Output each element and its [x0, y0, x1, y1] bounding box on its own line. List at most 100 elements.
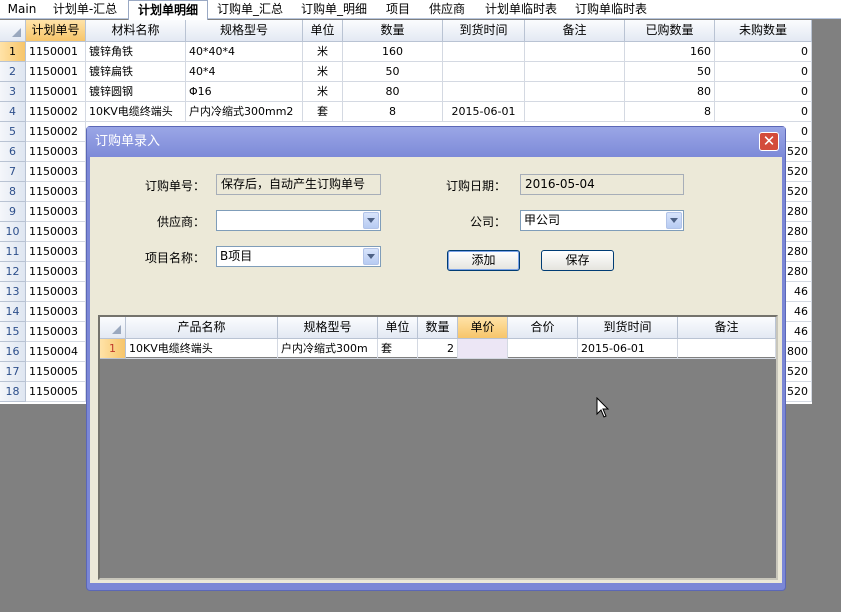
tab-plan-temp[interactable]: 计划单临时表 [476, 0, 566, 19]
sub-col-product[interactable]: 产品名称 [126, 317, 278, 339]
tab-order-detail[interactable]: 订购单_明细 [293, 0, 375, 19]
col-header-plan-no[interactable]: 计划单号 [26, 20, 86, 42]
row-number[interactable]: 18 [0, 382, 26, 402]
sub-cell-total[interactable] [508, 339, 578, 359]
col-header-note[interactable]: 备注 [525, 20, 625, 42]
sub-col-unit[interactable]: 单位 [378, 317, 418, 339]
col-header-qty[interactable]: 数量 [343, 20, 443, 42]
sub-cell-arrival[interactable]: 2015-06-01 [578, 339, 678, 359]
sub-cell-spec[interactable]: 户内冷缩式300m [278, 339, 378, 359]
tab-plan-summary[interactable]: 计划单-汇总 [44, 0, 126, 19]
cell-plan-no[interactable]: 1150003 [26, 182, 86, 202]
cell-note[interactable] [525, 42, 625, 62]
tab-project[interactable]: 项目 [378, 0, 418, 19]
cell-spec[interactable]: 40*4 [186, 62, 303, 82]
cell-spec[interactable]: 户内冷缩式300mm2 [186, 102, 303, 122]
tab-plan-detail[interactable]: 计划单明细 [128, 0, 208, 20]
cell-plan-no[interactable]: 1150002 [26, 102, 86, 122]
sub-grid-corner[interactable] [100, 317, 126, 339]
cell-bought[interactable]: 50 [625, 62, 715, 82]
cell-unbought[interactable]: 0 [715, 102, 812, 122]
cell-plan-no[interactable]: 1150002 [26, 122, 86, 142]
cell-plan-no[interactable]: 1150003 [26, 282, 86, 302]
cell-unbought[interactable]: 0 [715, 42, 812, 62]
chevron-down-icon[interactable] [666, 212, 682, 229]
cell-arrival[interactable] [443, 82, 525, 102]
tab-order-summary[interactable]: 订购单_汇总 [210, 0, 290, 19]
cell-unit[interactable]: 米 [303, 82, 343, 102]
cell-unit[interactable]: 米 [303, 42, 343, 62]
cell-bought[interactable]: 80 [625, 82, 715, 102]
chevron-down-icon[interactable] [363, 212, 379, 229]
cell-material[interactable]: 镀锌圆钢 [86, 82, 186, 102]
cell-plan-no[interactable]: 1150003 [26, 302, 86, 322]
cell-unit[interactable]: 套 [303, 102, 343, 122]
cell-material[interactable]: 镀锌扁铁 [86, 62, 186, 82]
col-header-bought[interactable]: 已购数量 [625, 20, 715, 42]
cell-unbought[interactable]: 0 [715, 62, 812, 82]
cell-material[interactable]: 镀锌角铁 [86, 42, 186, 62]
cell-qty[interactable]: 160 [343, 42, 443, 62]
company-select[interactable]: 甲公司 [520, 210, 684, 231]
save-button[interactable]: 保存 [541, 250, 614, 271]
cell-bought[interactable]: 8 [625, 102, 715, 122]
sub-cell-price[interactable] [458, 339, 508, 359]
supplier-select[interactable] [216, 210, 381, 231]
cell-plan-no[interactable]: 1150001 [26, 42, 86, 62]
row-number[interactable]: 8 [0, 182, 26, 202]
cell-plan-no[interactable]: 1150003 [26, 202, 86, 222]
project-select[interactable]: B项目 [216, 246, 381, 267]
col-header-spec[interactable]: 规格型号 [186, 20, 303, 42]
sub-col-spec[interactable]: 规格型号 [278, 317, 378, 339]
cell-arrival[interactable] [443, 42, 525, 62]
cell-plan-no[interactable]: 1150001 [26, 62, 86, 82]
row-number[interactable]: 17 [0, 362, 26, 382]
row-number[interactable]: 3 [0, 82, 26, 102]
row-number[interactable]: 9 [0, 202, 26, 222]
cell-spec[interactable]: 40*40*4 [186, 42, 303, 62]
cell-qty[interactable]: 8 [343, 102, 443, 122]
cell-note[interactable] [525, 82, 625, 102]
cell-spec[interactable]: Φ16 [186, 82, 303, 102]
sub-row-number[interactable]: 1 [100, 339, 126, 359]
tab-main[interactable]: Main [2, 0, 42, 19]
sub-col-price[interactable]: 单价 [458, 317, 508, 339]
sub-col-qty[interactable]: 数量 [418, 317, 458, 339]
cell-note[interactable] [525, 102, 625, 122]
chevron-down-icon[interactable] [363, 248, 379, 265]
tab-supplier[interactable]: 供应商 [421, 0, 473, 19]
cell-plan-no[interactable]: 1150003 [26, 162, 86, 182]
grid-corner[interactable] [0, 20, 26, 42]
col-header-material[interactable]: 材料名称 [86, 20, 186, 42]
sub-cell-unit[interactable]: 套 [378, 339, 418, 359]
row-number[interactable]: 11 [0, 242, 26, 262]
cell-plan-no[interactable]: 1150003 [26, 262, 86, 282]
tab-order-temp[interactable]: 订购单临时表 [568, 0, 654, 19]
sub-col-arrival[interactable]: 到货时间 [578, 317, 678, 339]
cell-arrival[interactable] [443, 62, 525, 82]
cell-unbought[interactable]: 0 [715, 82, 812, 102]
sub-cell-product[interactable]: 10KV电缆终端头 [126, 339, 278, 359]
cell-plan-no[interactable]: 1150004 [26, 342, 86, 362]
cell-qty[interactable]: 50 [343, 62, 443, 82]
cell-plan-no[interactable]: 1150003 [26, 242, 86, 262]
row-number[interactable]: 7 [0, 162, 26, 182]
row-number[interactable]: 1 [0, 42, 26, 62]
cell-unit[interactable]: 米 [303, 62, 343, 82]
row-number[interactable]: 13 [0, 282, 26, 302]
row-number[interactable]: 12 [0, 262, 26, 282]
row-number[interactable]: 4 [0, 102, 26, 122]
row-number[interactable]: 6 [0, 142, 26, 162]
close-icon[interactable]: ✕ [759, 132, 779, 151]
cell-note[interactable] [525, 62, 625, 82]
cell-plan-no[interactable]: 1150003 [26, 222, 86, 242]
col-header-unit[interactable]: 单位 [303, 20, 343, 42]
cell-plan-no[interactable]: 1150005 [26, 362, 86, 382]
cell-arrival[interactable]: 2015-06-01 [443, 102, 525, 122]
cell-plan-no[interactable]: 1150003 [26, 142, 86, 162]
cell-qty[interactable]: 80 [343, 82, 443, 102]
sub-col-total[interactable]: 合价 [508, 317, 578, 339]
row-number[interactable]: 5 [0, 122, 26, 142]
row-number[interactable]: 10 [0, 222, 26, 242]
row-number[interactable]: 15 [0, 322, 26, 342]
